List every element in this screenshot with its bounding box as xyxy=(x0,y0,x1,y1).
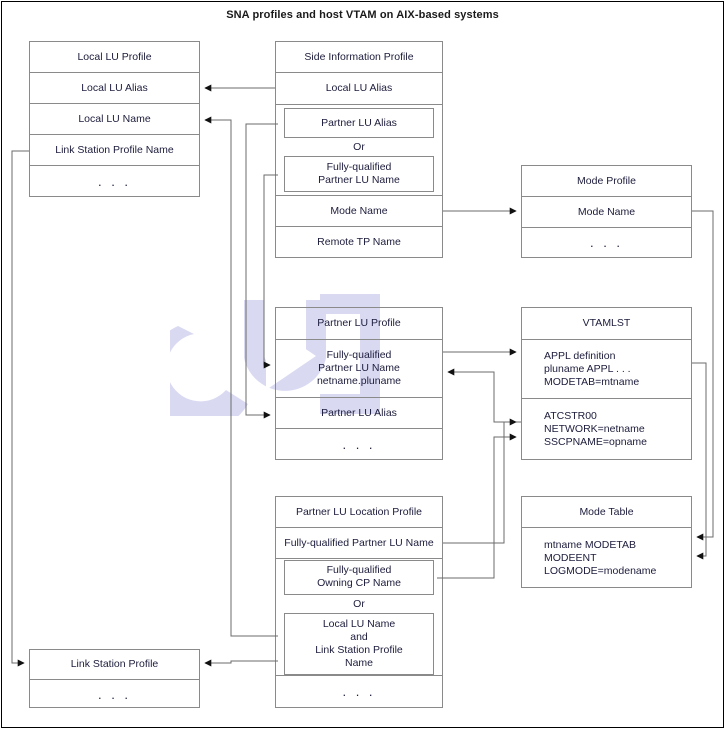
mode-table-box: Mode Table mtname MODETAB MODEENT LOGMOD… xyxy=(521,496,692,588)
partner-lu-profile-box: Partner LU Profile Fully-qualified Partn… xyxy=(275,307,443,460)
vtamlst-box: VTAMLST APPL definition pluname APPL . .… xyxy=(521,307,692,460)
pllp-location-alternatives-row: Fully-qualified Owning CP Name Or Local … xyxy=(276,559,442,676)
mode-profile-mode-name-row: Mode Name xyxy=(522,197,691,228)
mode-profile-more-row: . . . xyxy=(589,235,624,250)
sip-partner-lu-alias-subbox: Partner LU Alias xyxy=(284,108,434,138)
link-station-profile-box: Link Station Profile . . . xyxy=(29,649,200,708)
local-lu-profile-header: Local LU Profile xyxy=(30,42,199,73)
sip-or-label: Or xyxy=(353,141,365,153)
pllp-fq-owning-cp-name-subbox: Fully-qualified Owning CP Name xyxy=(284,559,434,595)
pllp-fq-partner-lu-name-row: Fully-qualified Partner LU Name xyxy=(276,528,442,559)
sip-mode-name-row: Mode Name xyxy=(276,196,442,227)
local-lu-profile-more-row: . . . xyxy=(97,173,132,189)
partner-lu-profile-alias-row: Partner LU Alias xyxy=(276,398,442,429)
link-station-profile-more-row: . . . xyxy=(97,686,132,702)
vtamlst-header: VTAMLST xyxy=(522,308,691,340)
diagram-canvas: SNA profiles and host VTAM on AIX-based … xyxy=(0,0,725,729)
local-lu-profile-box: Local LU Profile Local LU Alias Local LU… xyxy=(29,41,200,197)
side-information-profile-box: Side Information Profile Local LU Alias … xyxy=(275,41,443,258)
partner-lu-location-profile-box: Partner LU Location Profile Fully-qualif… xyxy=(275,496,443,708)
partner-lu-profile-header: Partner LU Profile xyxy=(276,308,442,340)
mode-profile-header: Mode Profile xyxy=(522,166,691,197)
link-station-profile-name-row: Link Station Profile Name xyxy=(30,135,199,166)
page-title: SNA profiles and host VTAM on AIX-based … xyxy=(226,9,499,21)
sip-local-lu-alias-row: Local LU Alias xyxy=(276,73,442,105)
local-lu-alias-row: Local LU Alias xyxy=(30,73,199,104)
sip-fq-partner-lu-name-subbox: Fully-qualified Partner LU Name xyxy=(284,156,434,192)
partner-lu-profile-fq-name-row: Fully-qualified Partner LU Name netname.… xyxy=(276,340,442,398)
side-information-profile-header: Side Information Profile xyxy=(276,42,442,73)
mode-table-body-row: mtname MODETAB MODEENT LOGMODE=modename xyxy=(544,538,657,577)
local-lu-name-row: Local LU Name xyxy=(30,104,199,135)
pllp-or-label: Or xyxy=(353,597,365,610)
vtamlst-atcstr00-row: ATCSTR00 NETWORK=netname SSCPNAME=opname xyxy=(544,409,648,448)
mode-table-header: Mode Table xyxy=(522,497,691,528)
partner-lu-profile-more-row: . . . xyxy=(342,437,376,452)
pllp-more-row: . . . xyxy=(342,684,376,699)
vtamlst-appl-definition-row: APPL definition pluname APPL . . . MODET… xyxy=(522,340,691,399)
mode-profile-box: Mode Profile Mode Name . . . xyxy=(521,165,692,258)
pllp-local-lu-and-link-station-subbox: Local LU Name and Link Station Profile N… xyxy=(284,612,434,675)
link-station-profile-header: Link Station Profile xyxy=(30,650,199,680)
sip-partner-lu-alternatives-row: Partner LU Alias Or Fully-qualified Part… xyxy=(276,105,442,196)
pllp-header: Partner LU Location Profile xyxy=(276,497,442,528)
sip-remote-tp-name-row: Remote TP Name xyxy=(317,235,401,248)
